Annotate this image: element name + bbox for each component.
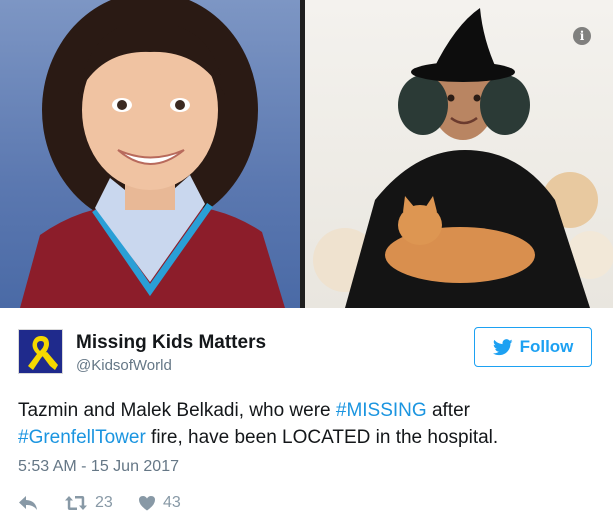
reply-icon	[19, 496, 37, 510]
tweet-text-part: Tazmin and Malek Belkadi, who were	[18, 400, 336, 421]
tweet-header: Missing Kids Matters @KidsofWorld Follow	[18, 327, 596, 377]
retweet-button[interactable]: 23	[64, 494, 138, 512]
photo-illustration-left	[20, 0, 285, 308]
author-names[interactable]: Missing Kids Matters @KidsofWorld	[76, 331, 266, 376]
tweet-actions: 23 43	[18, 492, 181, 514]
reply-button[interactable]	[18, 495, 64, 511]
hashtag-grenfelltower[interactable]: #GrenfellTower	[18, 427, 146, 448]
like-count: 43	[163, 494, 181, 511]
twitter-bird-icon	[492, 338, 513, 355]
tweet-text-part: after	[426, 400, 470, 421]
tweet-media[interactable]: i	[0, 0, 613, 308]
author-handle[interactable]: @KidsofWorld	[76, 356, 266, 376]
follow-button[interactable]: Follow	[474, 327, 592, 367]
heart-icon	[139, 496, 155, 511]
tweet-timestamp[interactable]: 5:53 AM - 15 Jun 2017	[18, 458, 179, 476]
info-icon[interactable]: i	[573, 27, 591, 45]
tweet-text: Tazmin and Malek Belkadi, who were #MISS…	[18, 397, 598, 451]
follow-button-label: Follow	[519, 337, 574, 356]
tweet-text-part: fire, have been LOCATED in the hospital.	[145, 427, 499, 448]
tweet-card: i Missing Kids Matters @KidsofWorld Foll…	[0, 0, 613, 524]
like-button[interactable]: 43	[138, 494, 181, 512]
photo-girl-witch-costume[interactable]: i	[305, 0, 613, 308]
retweet-count: 23	[95, 494, 113, 511]
photo-illustration-right	[313, 8, 613, 308]
author-display-name[interactable]: Missing Kids Matters	[76, 331, 266, 354]
yellow-ribbon-icon	[28, 336, 58, 370]
photo-girl-school-uniform[interactable]	[0, 0, 300, 308]
retweet-icon	[65, 496, 87, 510]
avatar[interactable]	[18, 329, 63, 374]
hashtag-missing[interactable]: #MISSING	[336, 400, 427, 421]
